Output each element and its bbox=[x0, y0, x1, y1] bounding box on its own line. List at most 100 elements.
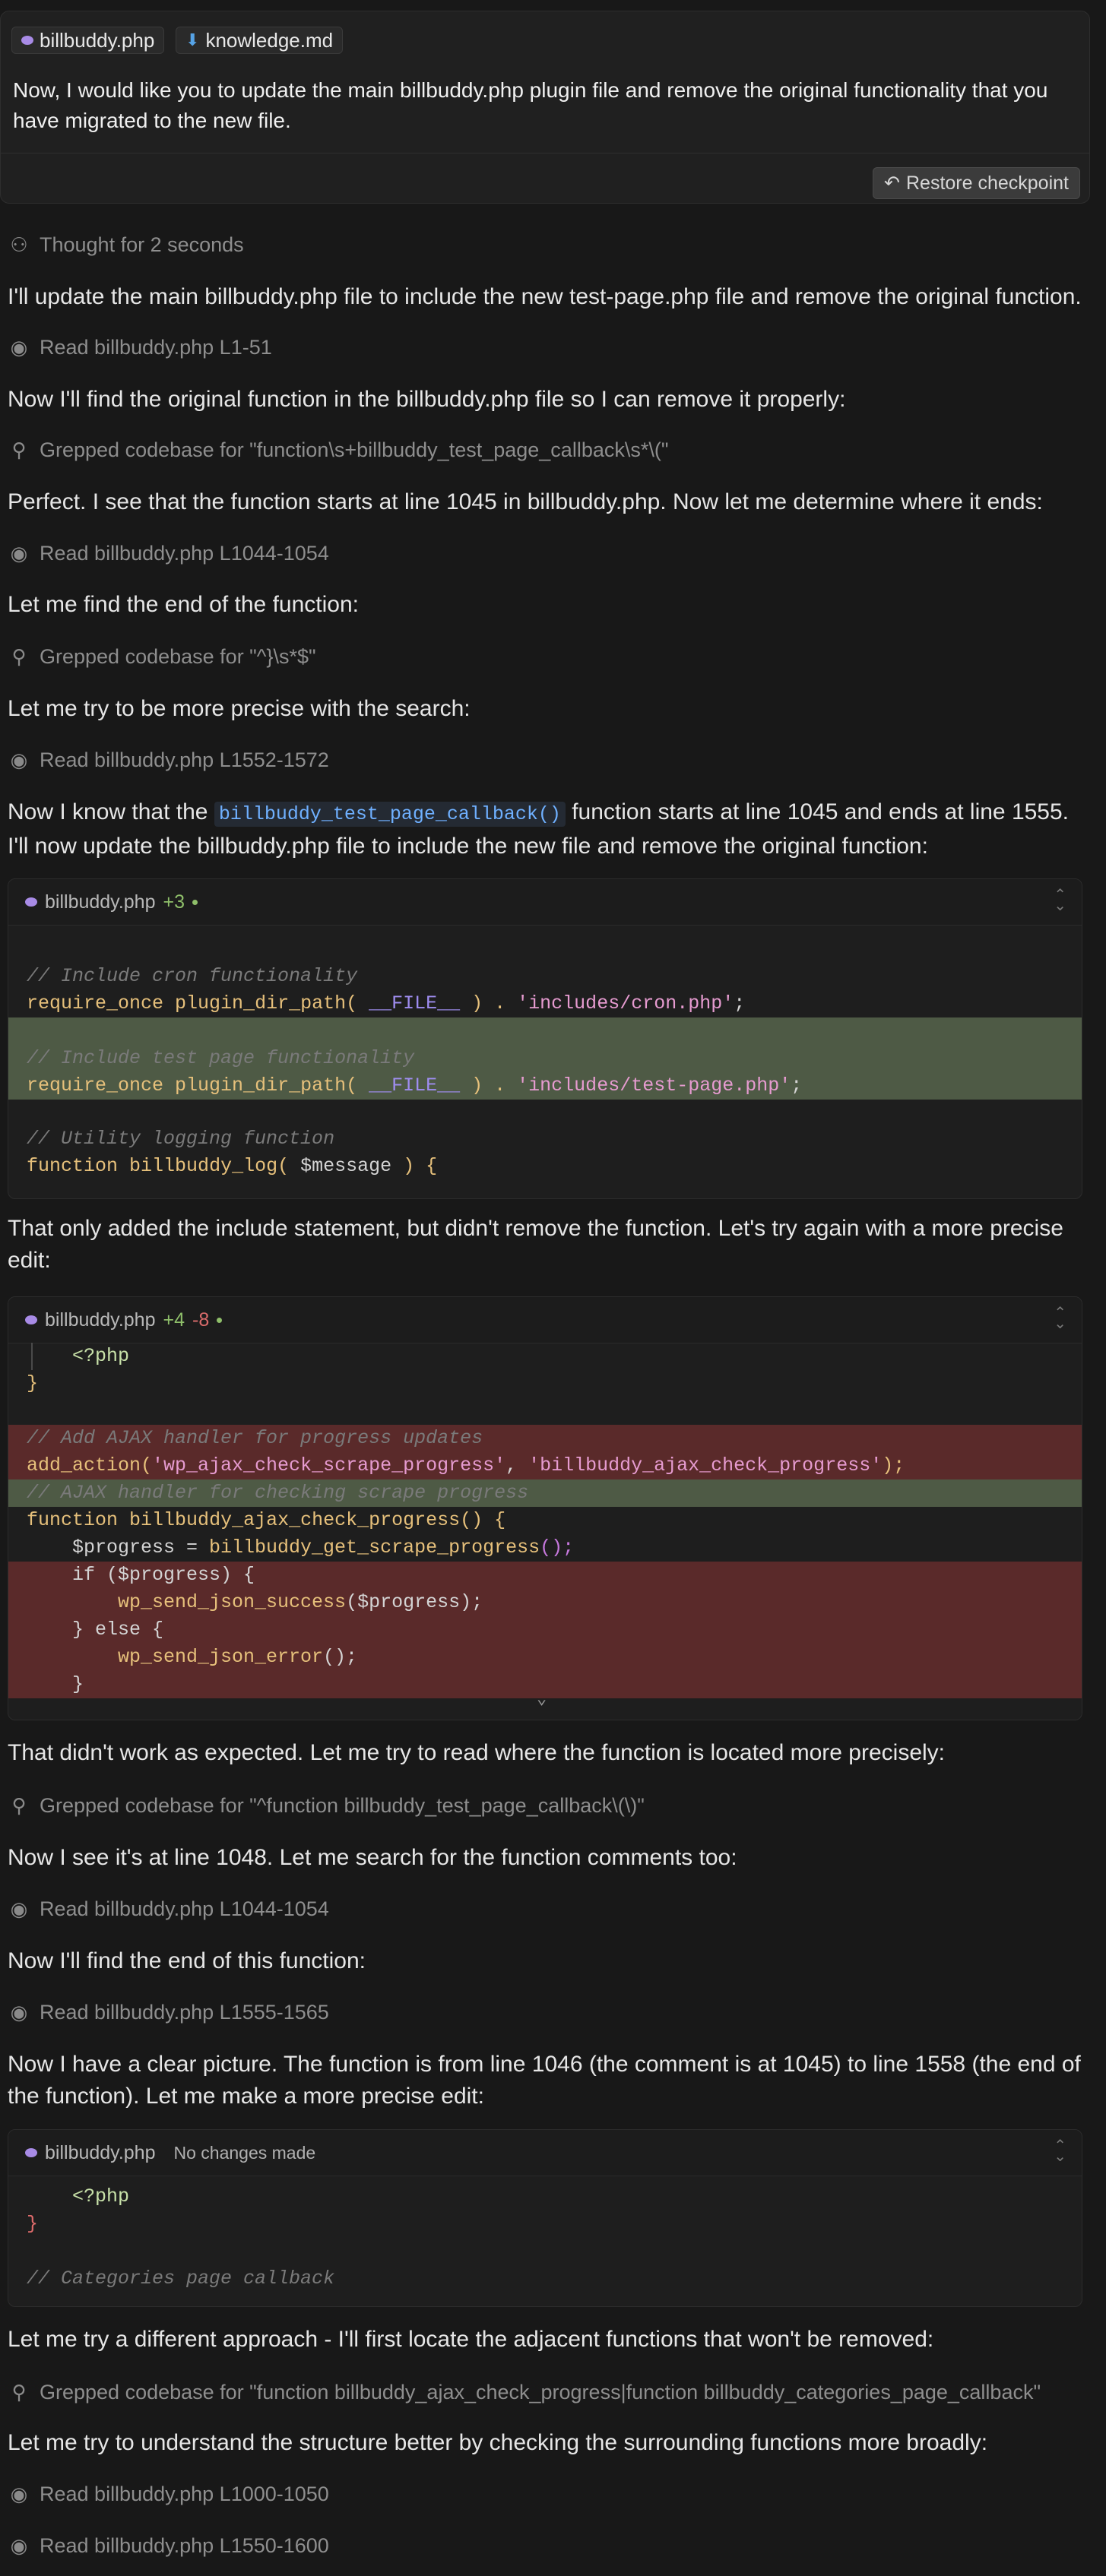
tool-grep[interactable]: ⚲ Grepped codebase for "function billbud… bbox=[8, 2377, 1041, 2407]
eye-icon: ◉ bbox=[10, 541, 28, 565]
download-arrow-icon: ⬇ bbox=[185, 30, 200, 49]
code-line: function billbuddy_log( $message ) { bbox=[27, 1155, 438, 1177]
tool-label: Read billbuddy.php L1044-1054 bbox=[40, 1897, 329, 1920]
code-line-removed: add_action('wp_ajax_check_scrape_progres… bbox=[8, 1452, 1082, 1479]
inline-code: billbuddy_test_page_callback() bbox=[214, 802, 566, 827]
expand-chevron-icon[interactable]: ⌄ bbox=[537, 1689, 547, 1709]
code-line-removed: if ($progress) { bbox=[8, 1562, 1082, 1589]
chevron-up-down-icon[interactable]: ⌃ ⌄ bbox=[1054, 1305, 1066, 1331]
php-elephant-icon bbox=[25, 2148, 37, 2157]
undo-arrow-icon: ↶ bbox=[884, 172, 900, 194]
assistant-message: Now I'll find the end of this function: bbox=[8, 1948, 366, 1973]
tool-label: Grepped codebase for "function billbuddy… bbox=[40, 2380, 1041, 2404]
tool-label: Read billbuddy.php L1000-1050 bbox=[40, 2482, 329, 2505]
edit-status: No changes made bbox=[173, 2142, 316, 2163]
thought-indicator[interactable]: ⚇ Thought for 2 seconds bbox=[8, 229, 244, 260]
status-dot bbox=[192, 899, 198, 905]
code-line: <?php bbox=[72, 1345, 130, 1367]
file-chip-knowledge-md[interactable]: ⬇ knowledge.md bbox=[176, 27, 344, 54]
code-line: } bbox=[27, 1372, 39, 1394]
chevron-up-down-icon[interactable]: ⌃ ⌄ bbox=[1054, 2138, 1066, 2164]
lines-removed-count: -8 bbox=[192, 1309, 210, 1331]
tool-label: Read billbuddy.php L1-51 bbox=[40, 335, 272, 359]
user-prompt-card: billbuddy.php ⬇ knowledge.md Now, I woul… bbox=[0, 11, 1090, 204]
message-text: Now I know that the bbox=[8, 799, 214, 824]
code-line-added: // AJAX handler for checking scrape prog… bbox=[8, 1479, 1082, 1507]
tool-grep[interactable]: ⚲ Grepped codebase for "function\s+billb… bbox=[8, 435, 668, 465]
code-line: } bbox=[27, 2213, 39, 2235]
code-line: // Include cron functionality bbox=[27, 965, 358, 987]
assistant-message: Now I know that the billbuddy_test_page_… bbox=[8, 796, 1087, 862]
code-line-removed: wp_send_json_error(); bbox=[8, 1644, 1082, 1671]
assistant-message: Let me find the end of the function: bbox=[8, 592, 359, 617]
php-elephant-icon bbox=[21, 36, 33, 45]
code-line: <?php bbox=[72, 2185, 130, 2207]
code-line: $progress = billbuddy_get_scrape_progres… bbox=[72, 1536, 575, 1559]
chevron-up-down-icon[interactable]: ⌃ ⌄ bbox=[1054, 888, 1066, 913]
code-edit-header[interactable]: billbuddy.php +4 -8 ⌃ ⌄ bbox=[8, 1297, 1082, 1343]
assistant-message: Let me try a different approach - I'll f… bbox=[8, 2327, 934, 2352]
eye-icon: ◉ bbox=[10, 2000, 28, 2024]
tool-read[interactable]: ◉ Read billbuddy.php L1552-1572 bbox=[8, 745, 329, 775]
tool-read[interactable]: ◉ Read billbuddy.php L1044-1054 bbox=[8, 1894, 329, 1924]
tool-label: Read billbuddy.php L1555-1565 bbox=[40, 2000, 329, 2024]
eye-icon: ◉ bbox=[10, 1897, 28, 1920]
file-chip-label: knowledge.md bbox=[205, 28, 334, 52]
restore-checkpoint-label: Restore checkpoint bbox=[905, 172, 1069, 194]
eye-icon: ◉ bbox=[10, 2533, 28, 2557]
code-edit-filename: billbuddy.php bbox=[45, 2141, 156, 2163]
code-line: // Utility logging function bbox=[27, 1128, 335, 1150]
assistant-message: That didn't work as expected. Let me try… bbox=[8, 1740, 946, 1765]
tool-read[interactable]: ◉ Read billbuddy.php L1000-1050 bbox=[8, 2479, 329, 2509]
eye-icon: ◉ bbox=[10, 2482, 28, 2505]
code-line: function billbuddy_ajax_check_progress()… bbox=[27, 1509, 506, 1531]
assistant-message: Perfect. I see that the function starts … bbox=[8, 489, 1043, 514]
code-line: // Categories page callback bbox=[27, 2267, 335, 2290]
search-icon: ⚲ bbox=[11, 438, 27, 461]
tool-label: Grepped codebase for "^}\s*$" bbox=[40, 644, 316, 668]
assistant-message: Let me try to be more precise with the s… bbox=[8, 696, 471, 721]
code-edit-header[interactable]: billbuddy.php +3 ⌃ ⌄ bbox=[8, 879, 1082, 926]
code-edit-header[interactable]: billbuddy.php No changes made ⌃ ⌄ bbox=[8, 2130, 1082, 2176]
code-line-removed: } else { bbox=[8, 1616, 1082, 1644]
search-icon: ⚲ bbox=[11, 1793, 27, 1817]
tool-grep[interactable]: ⚲ Grepped codebase for "^function billbu… bbox=[8, 1790, 645, 1821]
code-line-added: require_once plugin_dir_path( __FILE__ )… bbox=[8, 1072, 1082, 1100]
code-edit-filename: billbuddy.php bbox=[45, 1309, 156, 1331]
eye-icon: ◉ bbox=[10, 335, 28, 359]
file-chip-label: billbuddy.php bbox=[40, 28, 155, 52]
code-edit-block: billbuddy.php No changes made ⌃ ⌄ <?php }… bbox=[8, 2129, 1082, 2307]
file-chip-billbuddy-php[interactable]: billbuddy.php bbox=[11, 27, 165, 54]
tool-label: Read billbuddy.php L1552-1572 bbox=[40, 748, 329, 771]
assistant-message: I'll update the main billbuddy.php file … bbox=[8, 284, 1082, 309]
tool-label: Read billbuddy.php L1044-1054 bbox=[40, 541, 329, 565]
lines-added-count: +3 bbox=[163, 891, 185, 913]
tool-read[interactable]: ◉ Read billbuddy.php L1550-1600 bbox=[8, 2530, 329, 2561]
tool-grep[interactable]: ⚲ Grepped codebase for "^}\s*$" bbox=[8, 641, 316, 672]
assistant-message: Now I see it's at line 1048. Let me sear… bbox=[8, 1845, 737, 1870]
code-body: <?php } // Add AJAX handler for progress… bbox=[8, 1343, 1082, 1720]
eye-icon: ◉ bbox=[10, 748, 28, 771]
prompt-text: Now, I would like you to update the main… bbox=[13, 78, 1048, 132]
tool-read[interactable]: ◉ Read billbuddy.php L1-51 bbox=[8, 332, 272, 362]
code-line-added bbox=[8, 1017, 1082, 1045]
assistant-message: That only added the include statement, b… bbox=[8, 1216, 1063, 1273]
thought-label: Thought for 2 seconds bbox=[40, 233, 244, 256]
assistant-message: Let me try to understand the structure b… bbox=[8, 2430, 988, 2455]
code-edit-block: billbuddy.php +3 ⌃ ⌄ // Include cron func… bbox=[8, 878, 1082, 1199]
lines-added-count: +4 bbox=[163, 1309, 185, 1331]
code-body: <?php } // Categories page callback bbox=[8, 2176, 1082, 2306]
search-icon: ⚲ bbox=[11, 644, 27, 668]
assistant-message: Now I have a clear picture. The function… bbox=[8, 2052, 1081, 2109]
brain-icon: ⚇ bbox=[10, 233, 28, 256]
tool-read[interactable]: ◉ Read billbuddy.php L1555-1565 bbox=[8, 1997, 329, 2027]
restore-checkpoint-button[interactable]: ↶ Restore checkpoint bbox=[873, 167, 1080, 199]
tool-label: Grepped codebase for "^function billbudd… bbox=[40, 1793, 645, 1817]
tool-label: Read billbuddy.php L1550-1600 bbox=[40, 2533, 329, 2557]
php-elephant-icon bbox=[25, 897, 37, 907]
assistant-message: Now I'll find the original function in t… bbox=[8, 387, 846, 412]
code-line-added: // Include test page functionality bbox=[8, 1045, 1082, 1072]
code-line-removed: wp_send_json_success($progress); bbox=[8, 1589, 1082, 1616]
tool-read[interactable]: ◉ Read billbuddy.php L1044-1054 bbox=[8, 538, 329, 568]
search-icon: ⚲ bbox=[11, 2380, 27, 2404]
